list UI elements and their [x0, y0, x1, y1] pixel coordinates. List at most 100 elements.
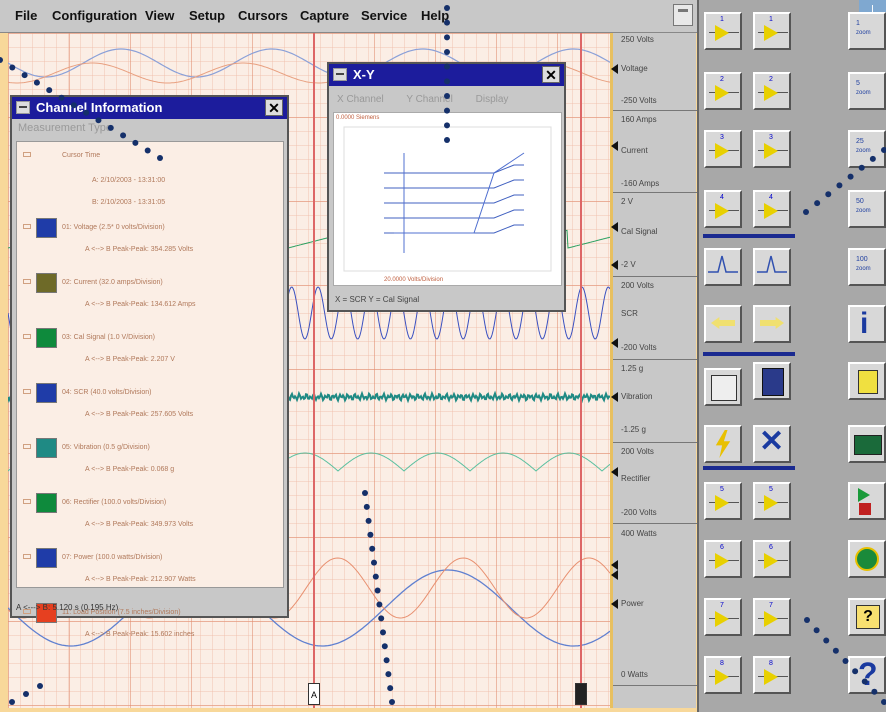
- channel-amp-button[interactable]: 1: [753, 12, 791, 50]
- offset-arrow-icon[interactable]: [611, 338, 618, 348]
- floppy-disk-button[interactable]: [753, 362, 791, 400]
- channel-amp-button[interactable]: 6: [753, 540, 791, 578]
- collapse-icon[interactable]: [23, 554, 31, 559]
- amplifier-icon: [715, 553, 729, 569]
- cursor-b-marker[interactable]: [575, 683, 587, 705]
- close-button[interactable]: ✕: [265, 99, 283, 116]
- collapse-icon[interactable]: [23, 389, 31, 394]
- channel-amp-button[interactable]: 5: [704, 482, 742, 520]
- zoom-button[interactable]: 50 zoom: [848, 190, 886, 228]
- channel-color-swatch[interactable]: [36, 438, 57, 458]
- channel-color-swatch[interactable]: [36, 273, 57, 293]
- save-data-button[interactable]: [704, 368, 742, 406]
- scale-label: 2 V: [621, 197, 634, 206]
- info-button[interactable]: i: [848, 305, 886, 343]
- status-readout: A <---> B: 5.120 s (0.195 Hz): [16, 603, 119, 612]
- menu-display[interactable]: Display: [476, 94, 509, 105]
- menu-x-channel[interactable]: X Channel: [337, 94, 384, 105]
- collapse-icon[interactable]: [23, 152, 31, 157]
- offset-arrow-icon[interactable]: [611, 392, 618, 402]
- toolbar-separator: [703, 352, 795, 356]
- zoom-button[interactable]: 5 zoom: [848, 72, 886, 110]
- zoom-label: zoom: [856, 266, 871, 272]
- cursor-a-marker[interactable]: A: [308, 683, 320, 705]
- help-button[interactable]: ?: [848, 656, 886, 694]
- zoom-button[interactable]: 1 zoom: [848, 12, 886, 50]
- system-menu-icon[interactable]: [16, 101, 30, 114]
- channel-amp-button[interactable]: 4: [753, 190, 791, 228]
- print-button[interactable]: [848, 425, 886, 463]
- channel-amp-button[interactable]: 2: [753, 72, 791, 110]
- cursor-b-line[interactable]: [580, 33, 582, 708]
- offset-arrow-icon[interactable]: [611, 570, 618, 580]
- scroll-right-button[interactable]: [753, 305, 791, 343]
- menu-setup[interactable]: Setup: [189, 8, 225, 23]
- channel-amp-button[interactable]: 7: [753, 598, 791, 636]
- channel-amp-button[interactable]: 5: [753, 482, 791, 520]
- channel-amp-button[interactable]: 8: [704, 656, 742, 694]
- offset-arrow-icon[interactable]: [611, 599, 618, 609]
- scale-label: 0 Watts: [621, 670, 648, 679]
- cursor-a-line[interactable]: [313, 33, 315, 708]
- menu-capture[interactable]: Capture: [300, 8, 349, 23]
- menu-configuration[interactable]: Configuration: [52, 8, 137, 23]
- channel-color-swatch[interactable]: [36, 548, 57, 568]
- channel-amp-button[interactable]: 4: [704, 190, 742, 228]
- channel-color-swatch[interactable]: [36, 383, 57, 403]
- offset-arrow-icon[interactable]: [611, 560, 618, 570]
- measurement-type-label[interactable]: Measurement Type: [18, 122, 112, 134]
- channel-amp-button[interactable]: 7: [704, 598, 742, 636]
- channel-color-swatch[interactable]: [36, 493, 57, 513]
- offset-arrow-icon[interactable]: [611, 222, 618, 232]
- cursor-a-peak-button[interactable]: [704, 248, 742, 286]
- system-menu-icon[interactable]: [333, 68, 347, 81]
- channel-color-swatch[interactable]: [36, 328, 57, 348]
- offset-arrow-icon[interactable]: [611, 260, 618, 270]
- offset-arrow-icon[interactable]: [611, 141, 618, 151]
- window-titlebar[interactable]: Channel Information ✕: [12, 97, 287, 119]
- cancel-button[interactable]: ✕: [753, 425, 791, 463]
- peak-icon: [708, 255, 738, 273]
- menu-help[interactable]: Help: [421, 8, 449, 23]
- channel-color-swatch[interactable]: [36, 218, 57, 238]
- channel-amp-button[interactable]: 6: [704, 540, 742, 578]
- zoom-button[interactable]: 25 zoom: [848, 130, 886, 168]
- collapse-icon[interactable]: [23, 224, 31, 229]
- scale-divider: [613, 442, 699, 443]
- menu-file[interactable]: File: [15, 8, 37, 23]
- cursor-b-peak-button[interactable]: [753, 248, 791, 286]
- close-button[interactable]: ✕: [542, 66, 560, 83]
- minimize-button[interactable]: [673, 4, 693, 26]
- zoom-button[interactable]: 100 zoom: [848, 248, 886, 286]
- collapse-icon[interactable]: [23, 334, 31, 339]
- collapse-icon[interactable]: [23, 279, 31, 284]
- scale-label: 160 Amps: [621, 115, 657, 124]
- channel-measure: A <--> B Peak-Peak: 354.285 Volts: [85, 246, 194, 253]
- xy-status: X = SCR Y = Cal Signal: [335, 295, 420, 304]
- channel-amp-button[interactable]: 1: [704, 12, 742, 50]
- channel-amp-button[interactable]: 3: [704, 130, 742, 168]
- offset-arrow-icon[interactable]: [611, 64, 618, 74]
- menu-view[interactable]: View: [145, 8, 174, 23]
- record-button[interactable]: [848, 482, 886, 520]
- menu-y-channel[interactable]: Y Channel: [406, 94, 453, 105]
- menu-service[interactable]: Service: [361, 8, 407, 23]
- xy-menu: X Channel Y Channel Display: [337, 94, 528, 105]
- channel-amp-button[interactable]: 3: [753, 130, 791, 168]
- help-topic-button[interactable]: ?: [848, 598, 886, 636]
- collapse-icon[interactable]: [23, 444, 31, 449]
- scale-label: -200 Volts: [621, 508, 657, 517]
- channel-add-button[interactable]: [848, 362, 886, 400]
- channel-amp-button[interactable]: 2: [704, 72, 742, 110]
- toolbar-separator: [703, 234, 795, 238]
- scroll-left-button[interactable]: [704, 305, 742, 343]
- window-titlebar[interactable]: X-Y ✕: [329, 64, 564, 86]
- xy-plot[interactable]: 0.0000 Siemens 20.0000 Volts/Division: [333, 112, 562, 286]
- scope-button[interactable]: [848, 540, 886, 578]
- channel-amp-button[interactable]: 8: [753, 656, 791, 694]
- offset-arrow-icon[interactable]: [611, 467, 618, 477]
- collapse-icon[interactable]: [23, 499, 31, 504]
- scale-label: 1.25 g: [621, 364, 644, 373]
- menu-cursors[interactable]: Cursors: [238, 8, 288, 23]
- trigger-button[interactable]: [704, 425, 742, 463]
